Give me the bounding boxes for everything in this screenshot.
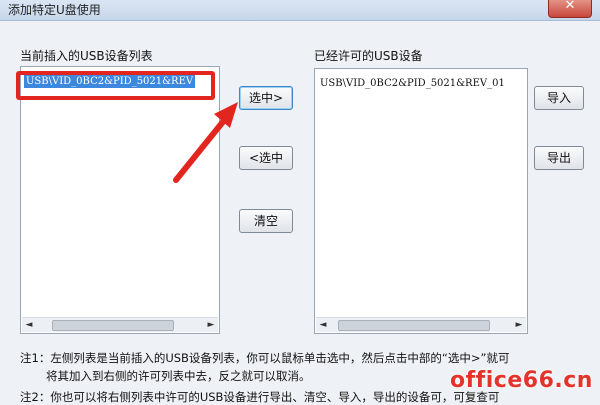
allowed-devices-list[interactable]: USB\VID_0BC2&PID_5021&REV_01 ◄ ► xyxy=(314,68,528,334)
allowed-device-item[interactable]: USB\VID_0BC2&PID_5021&REV_01 xyxy=(318,77,507,90)
scroll-right-icon[interactable]: ► xyxy=(512,318,526,332)
note-line-3: 注2：你也可以将右侧列表中许可的USB设备进行导出、清空、导入，导出的设备可，可… xyxy=(20,390,500,404)
note-line-1: 注1：左侧列表是当前插入的USB设备列表，你可以鼠标单击选中，然后点击中部的“选… xyxy=(20,351,510,365)
scroll-thumb[interactable] xyxy=(338,320,490,331)
scroll-left-icon[interactable]: ◄ xyxy=(316,318,330,332)
allowed-devices-label: 已经许可的USB设备 xyxy=(314,49,423,63)
allowed-devices-hscroll[interactable]: ◄ ► xyxy=(316,317,526,332)
export-button[interactable]: 导出 xyxy=(534,146,584,170)
note-line-2: 将其加入到右侧的许可列表中去，反之就可以取消。 xyxy=(46,369,311,383)
watermark-logo: office66.cn xyxy=(450,368,593,393)
import-button[interactable]: 导入 xyxy=(534,86,584,110)
